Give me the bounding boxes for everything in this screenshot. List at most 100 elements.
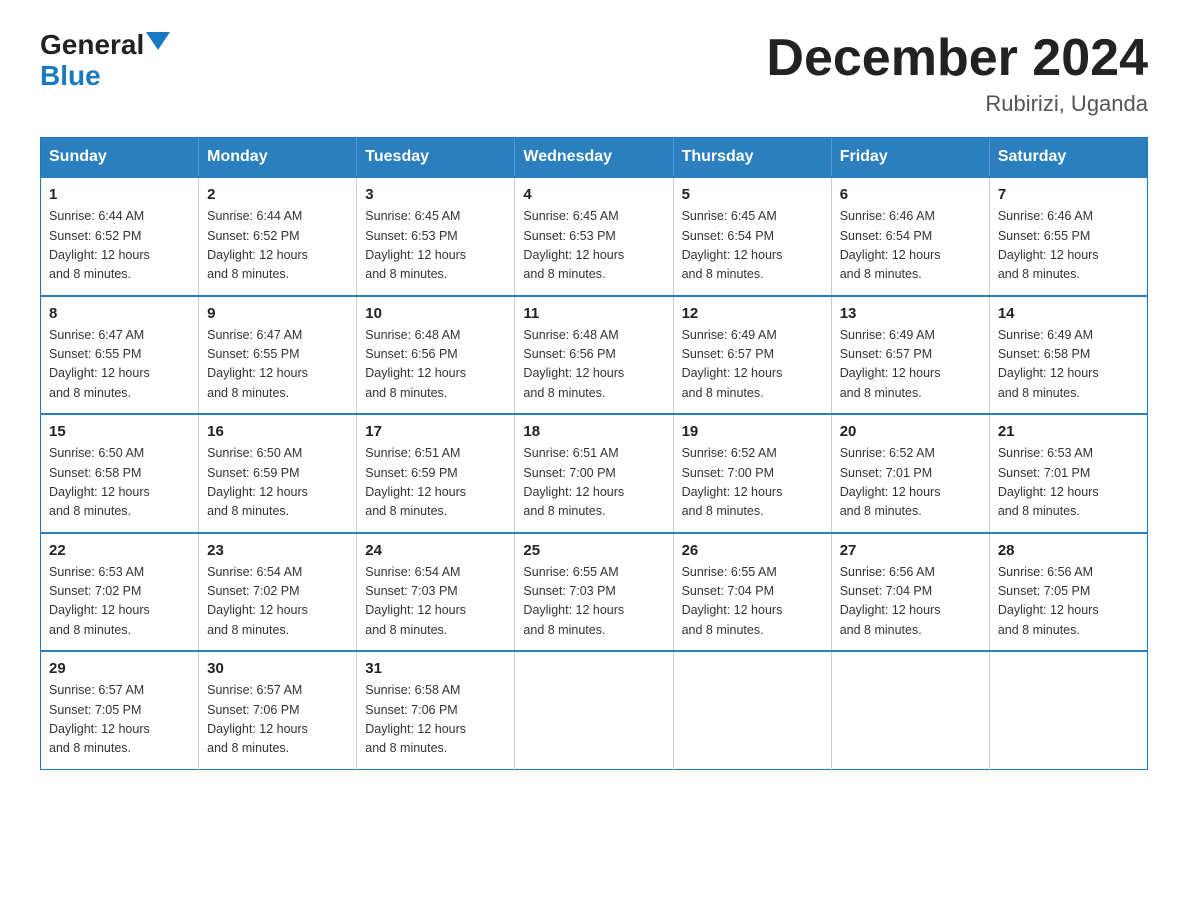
day-info: Sunrise: 6:52 AM Sunset: 7:00 PM Dayligh…: [682, 444, 823, 522]
day-info: Sunrise: 6:51 AM Sunset: 6:59 PM Dayligh…: [365, 444, 506, 522]
day-info: Sunrise: 6:55 AM Sunset: 7:03 PM Dayligh…: [523, 563, 664, 641]
calendar-cell: 14 Sunrise: 6:49 AM Sunset: 6:58 PM Dayl…: [989, 296, 1147, 415]
calendar-cell: 1 Sunrise: 6:44 AM Sunset: 6:52 PM Dayli…: [41, 177, 199, 296]
day-number: 1: [49, 186, 190, 203]
calendar-table: Sunday Monday Tuesday Wednesday Thursday…: [40, 137, 1148, 770]
day-info: Sunrise: 6:54 AM Sunset: 7:03 PM Dayligh…: [365, 563, 506, 641]
day-info: Sunrise: 6:58 AM Sunset: 7:06 PM Dayligh…: [365, 681, 506, 759]
day-info: Sunrise: 6:54 AM Sunset: 7:02 PM Dayligh…: [207, 563, 348, 641]
logo-blue-text: Blue: [40, 61, 101, 92]
calendar-week-row: 15 Sunrise: 6:50 AM Sunset: 6:58 PM Dayl…: [41, 414, 1148, 533]
day-info: Sunrise: 6:44 AM Sunset: 6:52 PM Dayligh…: [207, 207, 348, 285]
day-info: Sunrise: 6:56 AM Sunset: 7:04 PM Dayligh…: [840, 563, 981, 641]
calendar-cell: 28 Sunrise: 6:56 AM Sunset: 7:05 PM Dayl…: [989, 533, 1147, 652]
logo: General Blue: [40, 30, 170, 92]
calendar-cell: 20 Sunrise: 6:52 AM Sunset: 7:01 PM Dayl…: [831, 414, 989, 533]
day-number: 10: [365, 305, 506, 322]
calendar-week-row: 8 Sunrise: 6:47 AM Sunset: 6:55 PM Dayli…: [41, 296, 1148, 415]
day-number: 18: [523, 423, 664, 440]
col-thursday: Thursday: [673, 138, 831, 178]
col-saturday: Saturday: [989, 138, 1147, 178]
day-info: Sunrise: 6:46 AM Sunset: 6:55 PM Dayligh…: [998, 207, 1139, 285]
day-info: Sunrise: 6:48 AM Sunset: 6:56 PM Dayligh…: [365, 326, 506, 404]
calendar-week-row: 22 Sunrise: 6:53 AM Sunset: 7:02 PM Dayl…: [41, 533, 1148, 652]
day-info: Sunrise: 6:49 AM Sunset: 6:57 PM Dayligh…: [682, 326, 823, 404]
calendar-cell: 24 Sunrise: 6:54 AM Sunset: 7:03 PM Dayl…: [357, 533, 515, 652]
calendar-cell: 4 Sunrise: 6:45 AM Sunset: 6:53 PM Dayli…: [515, 177, 673, 296]
day-info: Sunrise: 6:53 AM Sunset: 7:01 PM Dayligh…: [998, 444, 1139, 522]
day-number: 12: [682, 305, 823, 322]
day-number: 7: [998, 186, 1139, 203]
calendar-cell: [989, 651, 1147, 769]
calendar-cell: 23 Sunrise: 6:54 AM Sunset: 7:02 PM Dayl…: [199, 533, 357, 652]
calendar-cell: 22 Sunrise: 6:53 AM Sunset: 7:02 PM Dayl…: [41, 533, 199, 652]
calendar-week-row: 29 Sunrise: 6:57 AM Sunset: 7:05 PM Dayl…: [41, 651, 1148, 769]
day-number: 17: [365, 423, 506, 440]
calendar-cell: 19 Sunrise: 6:52 AM Sunset: 7:00 PM Dayl…: [673, 414, 831, 533]
day-info: Sunrise: 6:57 AM Sunset: 7:06 PM Dayligh…: [207, 681, 348, 759]
day-info: Sunrise: 6:57 AM Sunset: 7:05 PM Dayligh…: [49, 681, 190, 759]
day-info: Sunrise: 6:51 AM Sunset: 7:00 PM Dayligh…: [523, 444, 664, 522]
day-info: Sunrise: 6:50 AM Sunset: 6:58 PM Dayligh…: [49, 444, 190, 522]
day-number: 8: [49, 305, 190, 322]
calendar-cell: 12 Sunrise: 6:49 AM Sunset: 6:57 PM Dayl…: [673, 296, 831, 415]
day-info: Sunrise: 6:48 AM Sunset: 6:56 PM Dayligh…: [523, 326, 664, 404]
day-info: Sunrise: 6:49 AM Sunset: 6:58 PM Dayligh…: [998, 326, 1139, 404]
col-monday: Monday: [199, 138, 357, 178]
day-number: 22: [49, 542, 190, 559]
col-wednesday: Wednesday: [515, 138, 673, 178]
calendar-cell: 25 Sunrise: 6:55 AM Sunset: 7:03 PM Dayl…: [515, 533, 673, 652]
calendar-cell: 15 Sunrise: 6:50 AM Sunset: 6:58 PM Dayl…: [41, 414, 199, 533]
day-number: 4: [523, 186, 664, 203]
calendar-week-row: 1 Sunrise: 6:44 AM Sunset: 6:52 PM Dayli…: [41, 177, 1148, 296]
logo-general-text: General: [40, 30, 144, 61]
day-number: 11: [523, 305, 664, 322]
page-header: General Blue December 2024 Rubirizi, Uga…: [40, 30, 1148, 117]
day-info: Sunrise: 6:44 AM Sunset: 6:52 PM Dayligh…: [49, 207, 190, 285]
calendar-cell: 27 Sunrise: 6:56 AM Sunset: 7:04 PM Dayl…: [831, 533, 989, 652]
col-friday: Friday: [831, 138, 989, 178]
calendar-cell: 6 Sunrise: 6:46 AM Sunset: 6:54 PM Dayli…: [831, 177, 989, 296]
calendar-cell: 9 Sunrise: 6:47 AM Sunset: 6:55 PM Dayli…: [199, 296, 357, 415]
day-number: 23: [207, 542, 348, 559]
day-number: 14: [998, 305, 1139, 322]
calendar-cell: 3 Sunrise: 6:45 AM Sunset: 6:53 PM Dayli…: [357, 177, 515, 296]
month-title: December 2024: [766, 30, 1148, 87]
day-number: 2: [207, 186, 348, 203]
logo-triangle-icon: [146, 32, 170, 50]
day-number: 15: [49, 423, 190, 440]
day-info: Sunrise: 6:46 AM Sunset: 6:54 PM Dayligh…: [840, 207, 981, 285]
day-number: 29: [49, 660, 190, 677]
calendar-cell: 7 Sunrise: 6:46 AM Sunset: 6:55 PM Dayli…: [989, 177, 1147, 296]
day-info: Sunrise: 6:52 AM Sunset: 7:01 PM Dayligh…: [840, 444, 981, 522]
day-info: Sunrise: 6:49 AM Sunset: 6:57 PM Dayligh…: [840, 326, 981, 404]
day-number: 6: [840, 186, 981, 203]
day-number: 31: [365, 660, 506, 677]
day-number: 3: [365, 186, 506, 203]
calendar-cell: 26 Sunrise: 6:55 AM Sunset: 7:04 PM Dayl…: [673, 533, 831, 652]
calendar-cell: 30 Sunrise: 6:57 AM Sunset: 7:06 PM Dayl…: [199, 651, 357, 769]
day-number: 28: [998, 542, 1139, 559]
day-info: Sunrise: 6:45 AM Sunset: 6:54 PM Dayligh…: [682, 207, 823, 285]
day-number: 5: [682, 186, 823, 203]
day-info: Sunrise: 6:56 AM Sunset: 7:05 PM Dayligh…: [998, 563, 1139, 641]
calendar-cell: 31 Sunrise: 6:58 AM Sunset: 7:06 PM Dayl…: [357, 651, 515, 769]
calendar-cell: [831, 651, 989, 769]
day-info: Sunrise: 6:53 AM Sunset: 7:02 PM Dayligh…: [49, 563, 190, 641]
calendar-cell: 21 Sunrise: 6:53 AM Sunset: 7:01 PM Dayl…: [989, 414, 1147, 533]
calendar-cell: 5 Sunrise: 6:45 AM Sunset: 6:54 PM Dayli…: [673, 177, 831, 296]
day-number: 27: [840, 542, 981, 559]
day-number: 20: [840, 423, 981, 440]
calendar-cell: 2 Sunrise: 6:44 AM Sunset: 6:52 PM Dayli…: [199, 177, 357, 296]
day-info: Sunrise: 6:50 AM Sunset: 6:59 PM Dayligh…: [207, 444, 348, 522]
calendar-cell: [515, 651, 673, 769]
day-number: 9: [207, 305, 348, 322]
day-info: Sunrise: 6:47 AM Sunset: 6:55 PM Dayligh…: [49, 326, 190, 404]
calendar-header-row: Sunday Monday Tuesday Wednesday Thursday…: [41, 138, 1148, 178]
calendar-cell: 29 Sunrise: 6:57 AM Sunset: 7:05 PM Dayl…: [41, 651, 199, 769]
calendar-cell: 18 Sunrise: 6:51 AM Sunset: 7:00 PM Dayl…: [515, 414, 673, 533]
day-info: Sunrise: 6:47 AM Sunset: 6:55 PM Dayligh…: [207, 326, 348, 404]
col-tuesday: Tuesday: [357, 138, 515, 178]
day-number: 25: [523, 542, 664, 559]
day-number: 16: [207, 423, 348, 440]
